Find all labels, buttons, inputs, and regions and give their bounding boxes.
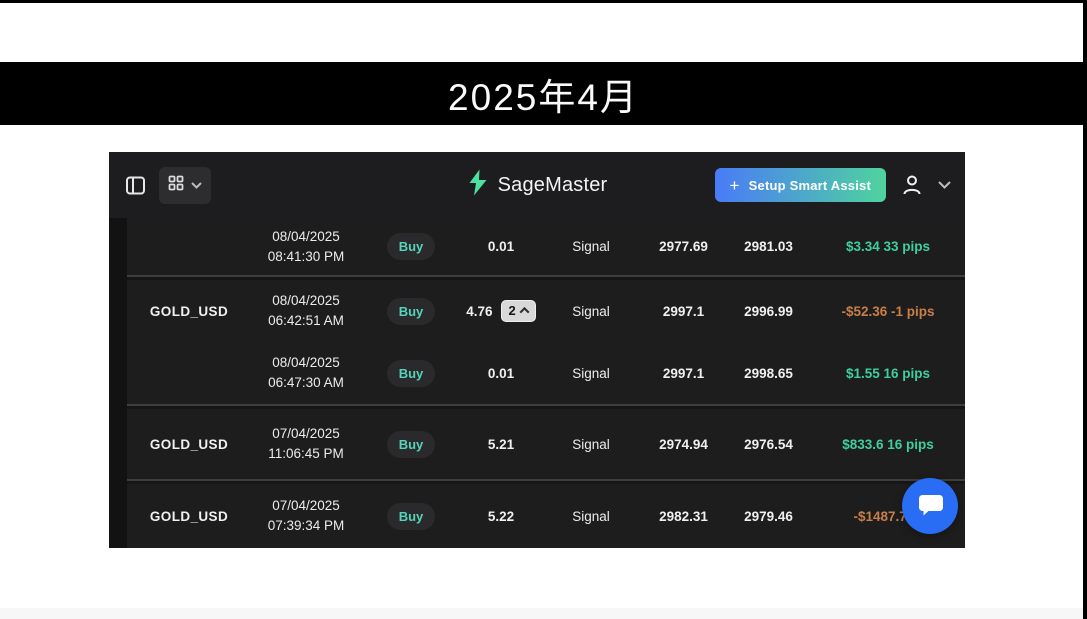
app-header: SageMaster + Setup Smart Assist: [109, 152, 965, 218]
trades-table: 08/04/202508:41:30 PM Buy 0.01 Signal 29…: [109, 218, 965, 548]
pnl-cell: -$52.36 -1 pips: [841, 304, 934, 319]
datetime-cell: 07/04/202507:39:34 PM: [268, 496, 345, 536]
close-price-cell: 2981.03: [726, 239, 811, 254]
chevron-up-icon: [519, 307, 529, 317]
app-window: SageMaster + Setup Smart Assist: [109, 152, 965, 548]
close-price-cell: 2996.99: [726, 304, 811, 319]
trades-rows: 08/04/202508:41:30 PM Buy 0.01 Signal 29…: [127, 218, 965, 548]
instrument-cell: GOLD_USD: [127, 509, 251, 524]
datetime-cell: 08/04/202506:47:30 AM: [268, 353, 344, 393]
pnl-cell: $1.55 16 pips: [846, 366, 930, 381]
setup-smart-assist-label: Setup Smart Assist: [749, 178, 871, 193]
open-price-cell: 2982.31: [641, 509, 726, 524]
order-type-cell: Signal: [541, 239, 641, 254]
instrument-cell: GOLD_USD: [127, 437, 251, 452]
pnl-cell: $3.34 33 pips: [846, 239, 930, 254]
sidebar-toggle-icon[interactable]: [125, 175, 146, 196]
table-row[interactable]: GOLD_USD 07/04/202507:39:34 PM Buy 5.22 …: [127, 484, 965, 548]
close-price-cell: 2979.46: [726, 509, 811, 524]
datetime-cell: 08/04/202506:42:51 AM: [268, 291, 344, 331]
user-account-icon[interactable]: [899, 172, 925, 198]
buy-badge[interactable]: Buy: [387, 431, 436, 458]
table-row[interactable]: 08/04/202508:41:30 PM Buy 0.01 Signal 29…: [127, 218, 965, 275]
open-price-cell: 2974.94: [641, 437, 726, 452]
datetime-cell: 08/04/202508:41:30 PM: [268, 227, 345, 267]
chat-widget-button[interactable]: [902, 478, 958, 534]
buy-badge[interactable]: Buy: [387, 233, 436, 260]
buy-badge[interactable]: Buy: [387, 360, 436, 387]
quantity-cell: 4.76 2: [461, 300, 541, 322]
table-row[interactable]: 08/04/202506:47:30 AM Buy 0.01 Signal 29…: [127, 342, 965, 404]
table-row[interactable]: GOLD_USD 08/04/202506:42:51 AM Buy 4.76 …: [127, 280, 965, 342]
datetime-cell: 07/04/202511:06:45 PM: [268, 424, 344, 464]
quantity-cell: 0.01: [461, 239, 541, 254]
buy-badge[interactable]: Buy: [387, 503, 436, 530]
quantity-cell: 5.22: [461, 509, 541, 524]
slide-title: 2025年4月: [448, 67, 639, 121]
open-price-cell: 2997.1: [641, 304, 726, 319]
page: 2025年4月: [0, 0, 1087, 619]
chat-bubble-icon: [917, 490, 944, 522]
layout-grid-dropdown[interactable]: [159, 167, 211, 204]
grid-icon: [168, 175, 184, 196]
open-price-cell: 2977.69: [641, 239, 726, 254]
close-price-cell: 2998.65: [726, 366, 811, 381]
top-border: [0, 0, 1087, 3]
account-chevron-down-icon[interactable]: [938, 181, 951, 189]
open-price-cell: 2997.1: [641, 366, 726, 381]
slide-title-banner: 2025年4月: [0, 62, 1087, 125]
quantity-cell: 0.01: [461, 366, 541, 381]
close-price-cell: 2976.54: [726, 437, 811, 452]
order-type-cell: Signal: [541, 437, 641, 452]
header-left-group: [125, 152, 211, 218]
header-right-group: + Setup Smart Assist: [715, 152, 951, 218]
quantity-cell: 5.21: [461, 437, 541, 452]
pnl-cell: $833.6 16 pips: [842, 437, 934, 452]
order-type-cell: Signal: [541, 366, 641, 381]
buy-badge[interactable]: Buy: [387, 298, 436, 325]
chevron-down-icon: [191, 182, 202, 189]
instrument-cell: GOLD_USD: [127, 304, 251, 319]
plus-icon: +: [730, 177, 740, 194]
bottom-strip: [0, 608, 1087, 619]
table-row[interactable]: GOLD_USD 07/04/202511:06:45 PM Buy 5.21 …: [127, 409, 965, 479]
right-border: [1083, 0, 1087, 619]
order-type-cell: Signal: [541, 304, 641, 319]
collapse-positions-button[interactable]: 2: [501, 300, 536, 322]
setup-smart-assist-button[interactable]: + Setup Smart Assist: [715, 168, 886, 202]
app-name: SageMaster: [498, 174, 608, 197]
lightning-bolt-icon: [467, 169, 489, 201]
order-type-cell: Signal: [541, 509, 641, 524]
